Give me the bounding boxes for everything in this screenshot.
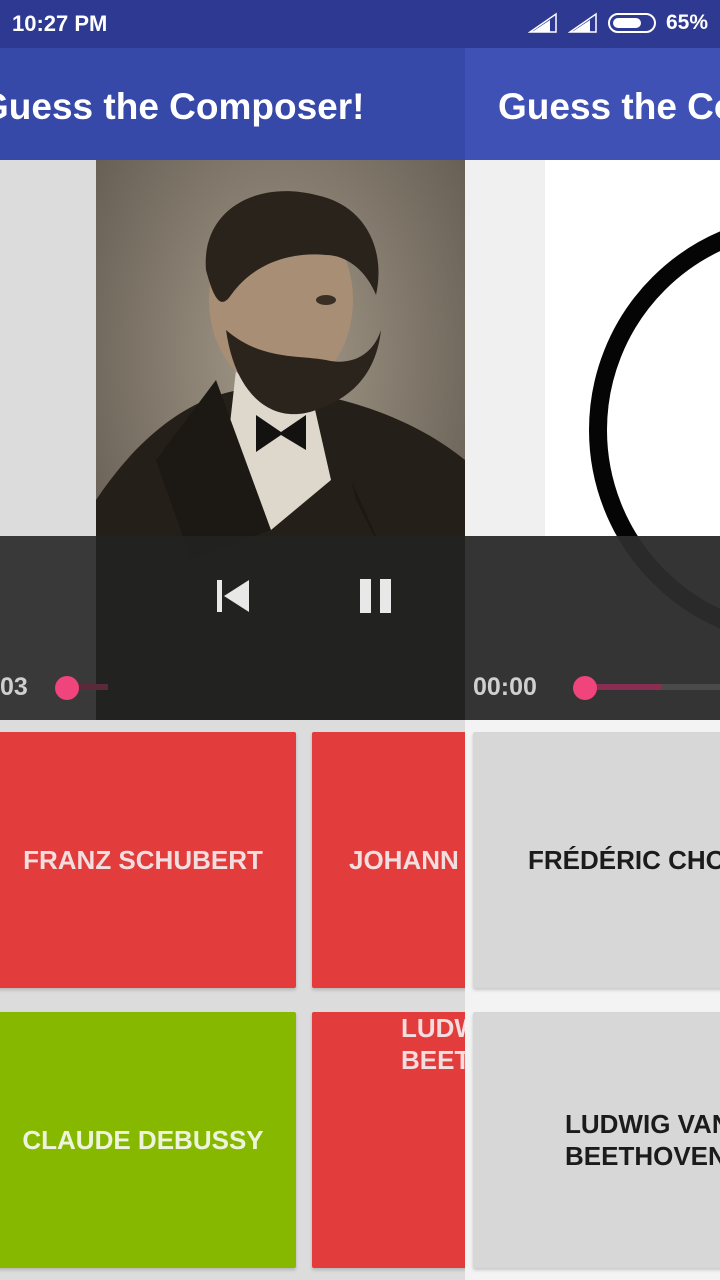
battery-percent: 65% — [665, 11, 708, 34]
answer-label-line1: LUDWIG VAN — [565, 1109, 720, 1139]
answer-button-johann[interactable]: JOHANN — [312, 732, 465, 988]
current-question-panel: Guess the Co 00:00 FRÉDÉRIC CHOP LUDWIG … — [465, 0, 720, 1280]
elapsed-time: 03 — [0, 673, 28, 701]
skip-previous-icon[interactable] — [215, 578, 251, 614]
answer-label: CLAUDE DEBUSSY — [22, 1125, 264, 1155]
answer-label-line2: BEET — [401, 1045, 465, 1075]
previous-question-panel: Guess the Composer! 03 FRANZ SCHUBERT JO… — [0, 0, 465, 1280]
battery-icon — [607, 13, 656, 33]
status-bar: 10:27 PM 65% — [0, 0, 720, 48]
seek-thumb[interactable] — [573, 676, 597, 700]
answer-label: FRANZ SCHUBERT — [23, 845, 263, 875]
answer-button-claude-debussy[interactable]: CLAUDE DEBUSSY — [0, 1012, 296, 1268]
answer-label-line2: BEETHOVEN — [565, 1141, 720, 1171]
page-title: Guess the Co — [498, 86, 720, 127]
page-title: Guess the Composer! — [0, 86, 365, 127]
signal-icon — [567, 12, 598, 34]
answer-button-frederic-chopin[interactable]: FRÉDÉRIC CHOP — [473, 732, 720, 988]
answer-button-franz-schubert[interactable]: FRANZ SCHUBERT — [0, 732, 296, 988]
answer-button-ludwig-van-beethoven[interactable]: LUDWIG VAN BEETHOVEN — [473, 1012, 720, 1268]
status-time: 10:27 PM — [12, 11, 108, 36]
answer-button-ludwig[interactable]: LUDW BEET — [312, 1012, 465, 1268]
answer-label-line1: LUDW — [401, 1013, 465, 1043]
app-bar: Guess the Co — [465, 48, 720, 160]
pause-icon[interactable] — [358, 578, 394, 614]
answer-label: JOHANN — [349, 845, 459, 875]
answer-label: FRÉDÉRIC CHOP — [528, 845, 720, 875]
seek-thumb[interactable] — [55, 676, 79, 700]
signal-icon — [527, 12, 558, 34]
app-bar: Guess the Composer! — [0, 48, 465, 160]
elapsed-time: 00:00 — [473, 673, 537, 701]
